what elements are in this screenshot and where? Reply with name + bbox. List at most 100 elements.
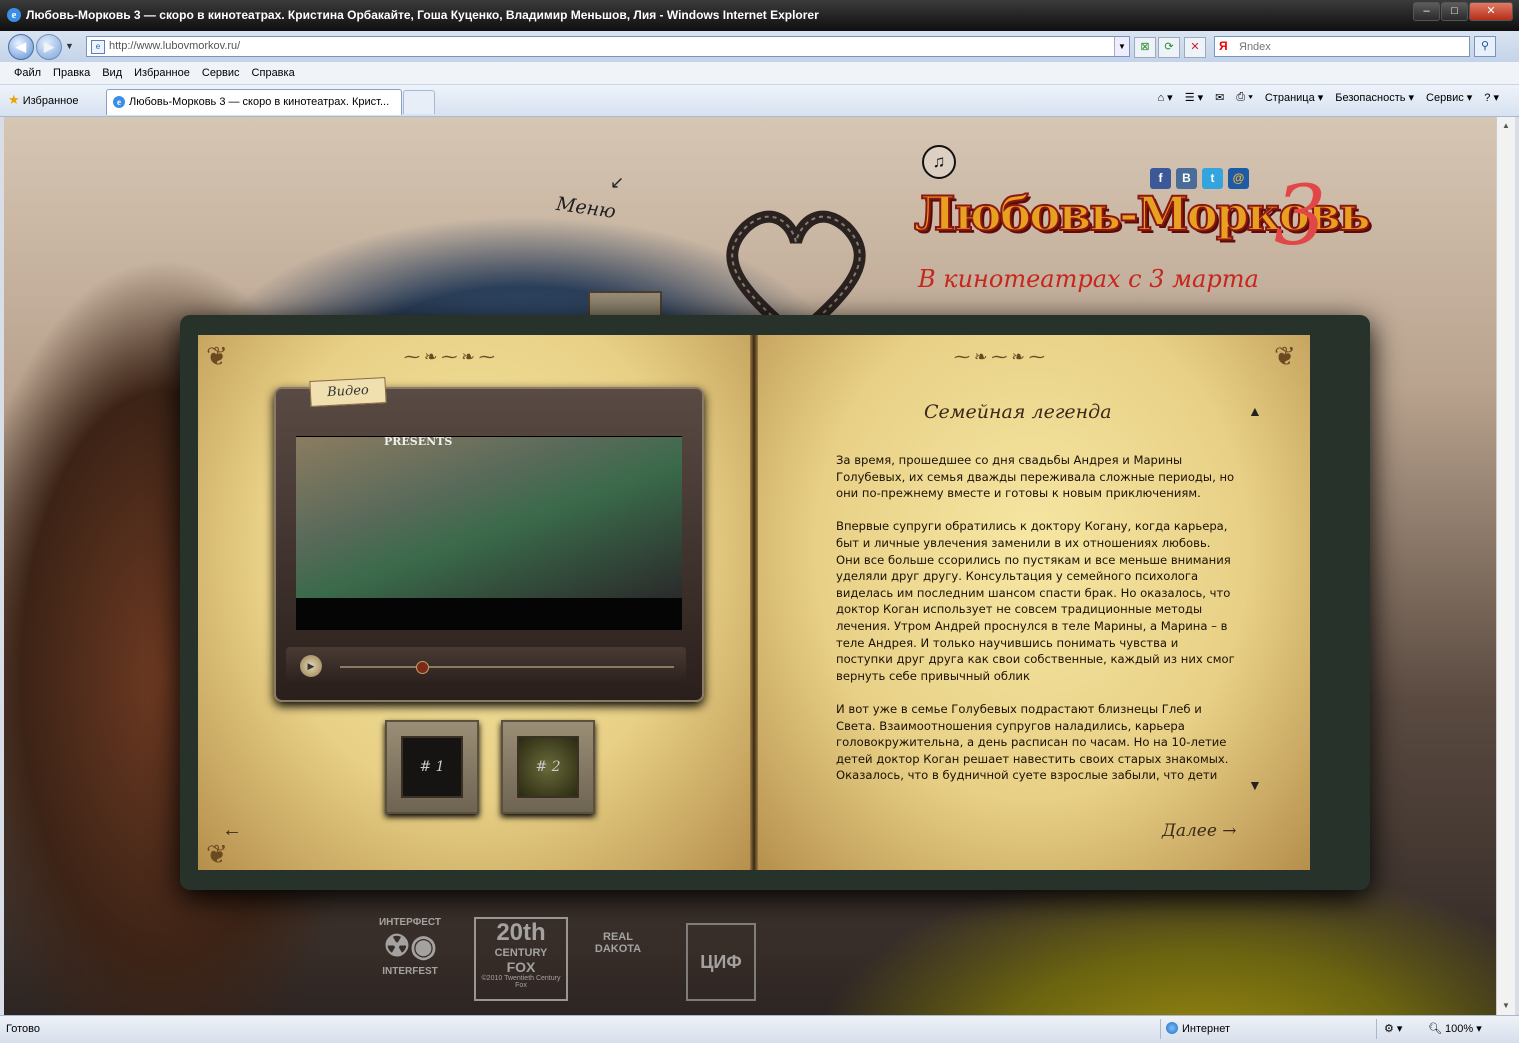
menu-help[interactable]: Справка bbox=[246, 62, 301, 84]
music-toggle-icon[interactable]: ♫ bbox=[922, 145, 956, 179]
favorites-button[interactable]: ★ Избранное bbox=[8, 92, 78, 108]
interfest-mark-icon: ☢◉ bbox=[383, 930, 437, 963]
globe-icon bbox=[1166, 1022, 1178, 1034]
social-links: f B t @ bbox=[1150, 168, 1254, 189]
security-zone[interactable]: Интернет bbox=[1166, 1022, 1230, 1035]
site-logo-number: 3 bbox=[1274, 169, 1327, 264]
yandex-icon: Я bbox=[1219, 39, 1228, 53]
interfest-top: ИНТЕРФЕСТ bbox=[378, 917, 441, 928]
page-icon: e bbox=[91, 40, 105, 54]
tab-active[interactable]: e Любовь-Морковь 3 — скоро в кинотеатрах.… bbox=[106, 89, 402, 115]
back-button[interactable]: ◀ bbox=[8, 34, 34, 60]
video-letterbox bbox=[296, 598, 682, 630]
interfest-logo[interactable]: ИНТЕРФЕСТ ☢◉ INTERFEST bbox=[374, 917, 446, 977]
safety-menu-label: Безопасность bbox=[1335, 92, 1406, 104]
zoom-control[interactable]: 🔍︎ 100% ▾ bbox=[1428, 1022, 1482, 1035]
search-icon[interactable]: ⚲ bbox=[1474, 36, 1496, 57]
vkontakte-icon[interactable]: B bbox=[1176, 168, 1197, 189]
zoom-level: 100% bbox=[1445, 1023, 1474, 1035]
feeds-icon[interactable]: ☰ ▾ bbox=[1185, 91, 1203, 104]
video-label-tag: Видео bbox=[309, 377, 387, 407]
scroll-up-icon[interactable]: ▲ bbox=[1499, 119, 1513, 133]
seek-handle[interactable] bbox=[416, 661, 429, 674]
fox-copyright: ©2010 Twentieth Century Fox bbox=[481, 975, 561, 989]
forward-button[interactable]: ▶ bbox=[36, 34, 62, 60]
site-menu-link[interactable]: Меню bbox=[555, 193, 617, 223]
home-icon[interactable]: ⌂ ▾ bbox=[1157, 91, 1172, 104]
video-thumb-2[interactable]: # 2 bbox=[501, 720, 595, 814]
tab-ie-icon: e bbox=[113, 96, 125, 108]
page-content: ↙ Меню ♫ f B t @ Любовь-Морковь 3 В кино… bbox=[4, 117, 1497, 1015]
video-screen[interactable] bbox=[296, 436, 682, 599]
fox-small: FOX bbox=[506, 959, 536, 975]
scroll-down-icon[interactable]: ▼ bbox=[1499, 999, 1513, 1013]
mailru-icon[interactable]: @ bbox=[1228, 168, 1249, 189]
menu-favorites[interactable]: Избранное bbox=[128, 62, 196, 84]
history-dropdown-icon[interactable]: ▼ bbox=[65, 41, 74, 51]
vertical-scrollbar[interactable]: ▲ ▼ bbox=[1496, 117, 1515, 1015]
close-button[interactable]: ✕ bbox=[1469, 2, 1513, 21]
refresh-icon[interactable]: ⟳ bbox=[1158, 37, 1180, 58]
video-presents-text: PRESENTS bbox=[384, 435, 453, 448]
zone-label: Интернет bbox=[1182, 1023, 1230, 1035]
tsif-text: ЦИФ bbox=[700, 952, 742, 972]
story-paragraph: Впервые супруги обратились к доктору Ког… bbox=[836, 519, 1235, 683]
seek-bar[interactable] bbox=[340, 666, 674, 668]
next-page-label: Далее bbox=[1162, 821, 1217, 841]
real-dakota-1: REAL bbox=[603, 931, 633, 943]
twitter-icon[interactable]: t bbox=[1202, 168, 1223, 189]
play-icon[interactable]: ▶ bbox=[300, 655, 322, 677]
next-page-link[interactable]: Далее → bbox=[1162, 821, 1237, 841]
menu-view[interactable]: Вид bbox=[96, 62, 128, 84]
video-thumb-label: # 1 bbox=[401, 736, 463, 798]
interfest-bottom: INTERFEST bbox=[382, 966, 438, 977]
facebook-icon[interactable]: f bbox=[1150, 168, 1171, 189]
stop-icon[interactable]: ✕ bbox=[1184, 37, 1206, 58]
story-scroll-up-icon[interactable]: ▲ bbox=[1248, 403, 1262, 419]
window-title-bar: e Любовь-Морковь 3 — скоро в кинотеатрах… bbox=[0, 0, 1519, 31]
page-menu-label: Страница bbox=[1264, 92, 1315, 104]
fox-logo[interactable]: 20th CENTURY FOX ©2010 Twentieth Century… bbox=[474, 917, 568, 1001]
address-input[interactable] bbox=[109, 38, 1109, 53]
favorites-label: Избранное bbox=[22, 95, 79, 107]
new-tab-button[interactable] bbox=[403, 90, 435, 114]
story-scroll-down-icon[interactable]: ▼ bbox=[1248, 777, 1262, 793]
print-icon[interactable]: ⎙ ▾ bbox=[1236, 91, 1252, 104]
search-input[interactable] bbox=[1237, 38, 1461, 55]
tsif-logo[interactable]: ЦИФ bbox=[686, 923, 756, 1001]
tools-menu[interactable]: Сервис ▾ bbox=[1426, 91, 1472, 104]
safety-menu[interactable]: Безопасность ▾ bbox=[1335, 91, 1414, 104]
fox-big: 20th bbox=[496, 919, 546, 946]
help-icon[interactable]: ? ▾ bbox=[1484, 91, 1499, 104]
page-flourish-icon: ⁓❧⁓❧⁓ bbox=[954, 349, 1049, 366]
maximize-button[interactable]: □ bbox=[1441, 2, 1468, 21]
address-dropdown-icon[interactable]: ▼ bbox=[1114, 37, 1129, 56]
real-dakota-logo[interactable]: REAL DAKOTA bbox=[588, 931, 648, 955]
mail-icon[interactable]: ✉ bbox=[1215, 91, 1224, 104]
address-toolbar: ◀ ▶ ▼ e ▼ ⊠ ⟳ ✕ Я ⚲ bbox=[0, 31, 1519, 62]
status-separator bbox=[1376, 1019, 1377, 1039]
video-thumb-label: # 2 bbox=[517, 736, 579, 798]
minimize-button[interactable]: – bbox=[1413, 2, 1440, 21]
address-box: e ▼ bbox=[86, 36, 1130, 57]
menu-file[interactable]: Файл bbox=[8, 62, 47, 84]
video-thumb-1[interactable]: # 1 bbox=[385, 720, 479, 814]
book-spine bbox=[750, 335, 758, 870]
tab-title: Любовь-Морковь 3 — скоро в кинотеатрах. … bbox=[129, 96, 390, 108]
compatibility-icon[interactable]: ⊠ bbox=[1134, 37, 1156, 58]
menu-edit[interactable]: Правка bbox=[47, 62, 96, 84]
page-flourish-icon: ⁓❧⁓❧⁓ bbox=[404, 349, 499, 366]
status-text: Готово bbox=[6, 1023, 40, 1035]
tools-menu-label: Сервис bbox=[1426, 92, 1464, 104]
menu-bar: Файл Правка Вид Избранное Сервис Справка bbox=[0, 62, 1519, 85]
protected-mode-icon[interactable]: ⚙ ▾ bbox=[1384, 1022, 1402, 1035]
corner-ornament-icon: ❦ bbox=[206, 341, 228, 371]
status-bar: Готово Интернет ⚙ ▾ 🔍︎ 100% ▾ bbox=[0, 1015, 1519, 1043]
fox-mid: CENTURY bbox=[494, 947, 548, 959]
story-text: За время, прошедшее со дня свадьбы Андре… bbox=[836, 452, 1238, 784]
menu-tools[interactable]: Сервис bbox=[196, 62, 246, 84]
prev-page-arrow-icon[interactable]: ← bbox=[222, 819, 242, 842]
story-paragraph: За время, прошедшее со дня свадьбы Андре… bbox=[836, 453, 1235, 501]
page-menu[interactable]: Страница ▾ bbox=[1265, 91, 1323, 104]
release-tagline: В кинотеатрах с 3 марта bbox=[918, 265, 1259, 293]
